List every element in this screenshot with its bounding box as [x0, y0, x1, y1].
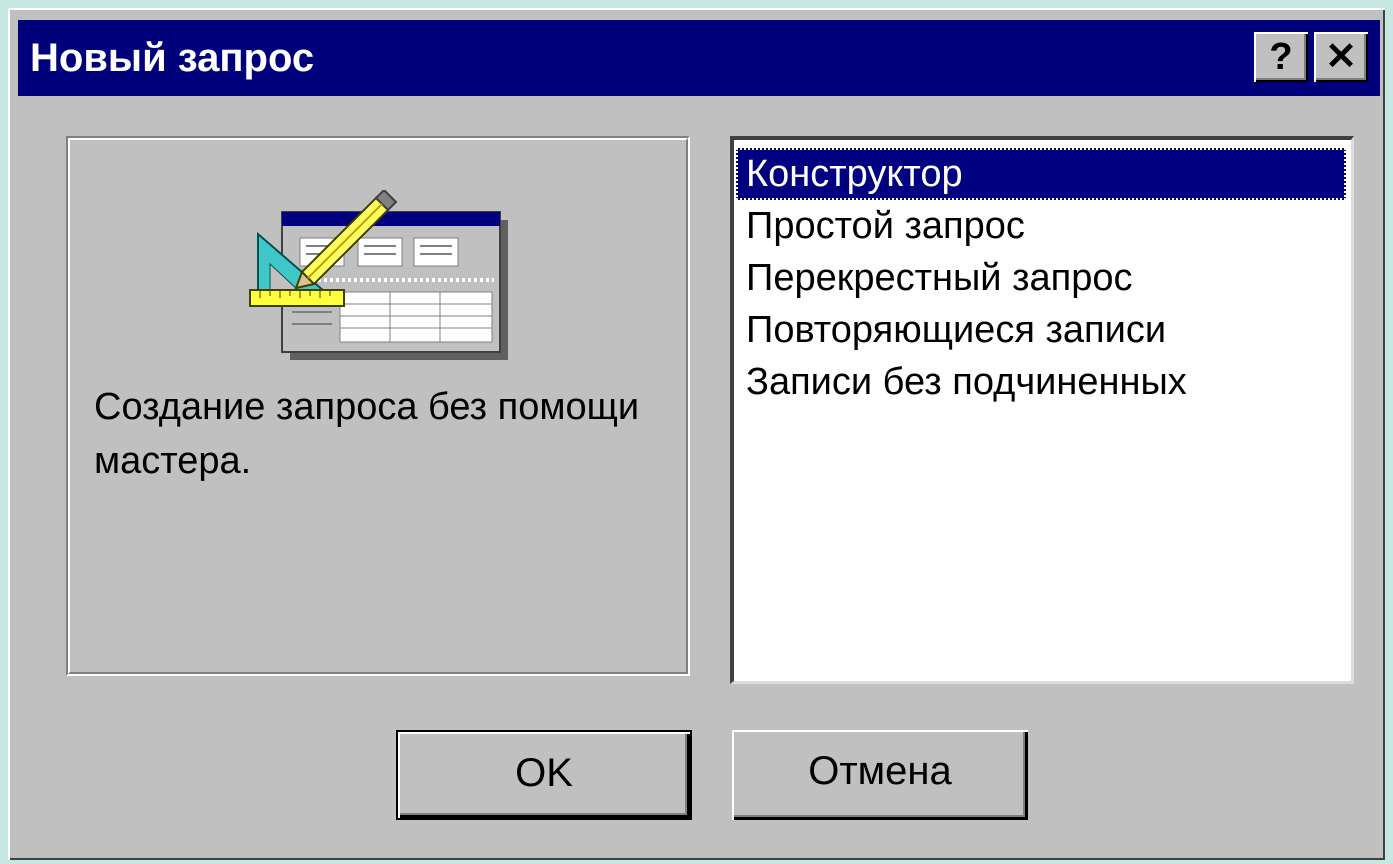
close-icon: ✕	[1325, 36, 1357, 78]
list-item-crosstab-query[interactable]: Перекрестный запрос	[736, 252, 1351, 304]
list-item-find-duplicates[interactable]: Повторяющиеся записи	[736, 304, 1351, 356]
query-design-icon	[249, 190, 508, 360]
list-item-design-view[interactable]: Конструктор	[736, 148, 1346, 200]
ok-button[interactable]: OK	[396, 730, 692, 820]
list-item-simple-query[interactable]: Простой запрос	[736, 200, 1351, 252]
window-title: Новый запрос	[30, 36, 315, 80]
help-button[interactable]: ?	[1254, 32, 1308, 82]
preview-frame: Создание запроса без помощи мастера.	[68, 138, 688, 674]
list-item-find-unmatched[interactable]: Записи без подчиненных	[736, 356, 1351, 408]
cancel-button[interactable]: Отмена	[732, 730, 1028, 820]
title-bar[interactable]: Новый запрос ? ✕	[18, 20, 1380, 96]
close-button[interactable]: ✕	[1314, 32, 1368, 82]
new-query-dialog: Новый запрос ? ✕ Создание запроса без по…	[8, 8, 1385, 860]
preview-panel: Создание запроса без помощи мастера.	[66, 136, 690, 676]
query-type-list[interactable]: Конструктор Простой запрос Перекрестный …	[730, 136, 1354, 684]
preview-description: Создание запроса без помощи мастера.	[94, 386, 640, 482]
